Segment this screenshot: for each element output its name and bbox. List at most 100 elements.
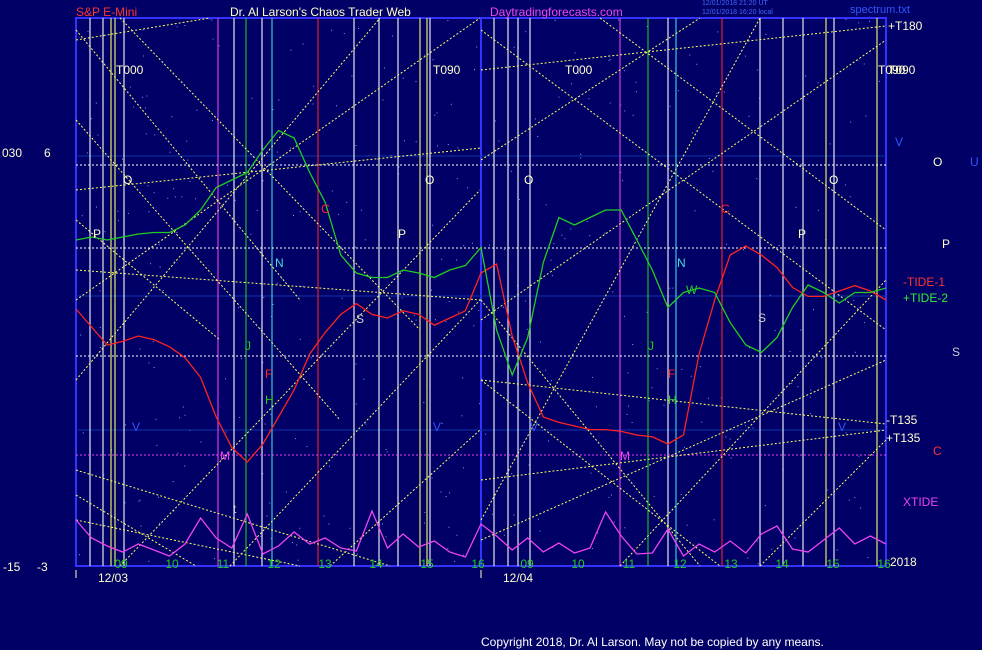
planet-letter: F xyxy=(668,367,675,381)
star-dot xyxy=(172,481,174,483)
star-dot xyxy=(561,234,563,236)
star-dot xyxy=(382,99,384,101)
star-dot xyxy=(125,424,127,426)
timestamp-ut: 12/01/2018 21:20 UT xyxy=(702,0,768,7)
star-dot xyxy=(127,212,129,214)
star-dot xyxy=(445,321,447,323)
star-dot xyxy=(463,467,465,469)
star-dot xyxy=(377,158,379,160)
star-dot xyxy=(355,145,357,146)
star-dot xyxy=(144,107,146,109)
left-axis-label: 6 xyxy=(44,146,51,160)
star-dot xyxy=(691,132,693,134)
star-dot xyxy=(140,525,142,527)
star-dot xyxy=(292,542,293,544)
star-dot xyxy=(431,477,433,479)
star-dot xyxy=(139,348,141,350)
star-dot xyxy=(138,500,140,502)
star-dot xyxy=(550,259,552,261)
star-dot xyxy=(382,523,383,525)
star-dot xyxy=(503,306,505,308)
star-dot xyxy=(764,505,766,507)
star-dot xyxy=(156,444,158,446)
star-dot xyxy=(343,33,345,35)
star-dot xyxy=(238,307,240,309)
star-dot xyxy=(821,357,823,359)
star-dot xyxy=(276,282,278,284)
right-label: -TIDE-1 xyxy=(903,275,945,289)
star-dot xyxy=(510,170,512,172)
star-dot xyxy=(623,315,625,317)
star-dot xyxy=(503,534,505,536)
star-dot xyxy=(104,231,106,233)
right-label: +T135 xyxy=(886,431,921,445)
star-dot xyxy=(360,209,362,211)
star-dot xyxy=(383,67,385,69)
star-dot xyxy=(752,427,754,429)
star-dot xyxy=(272,109,274,111)
planet-letter: P xyxy=(398,227,406,241)
star-dot xyxy=(545,204,547,206)
star-dot xyxy=(260,535,262,537)
star-dot xyxy=(672,287,674,289)
star-dot xyxy=(145,133,147,135)
star-dot xyxy=(320,229,322,231)
star-dot xyxy=(79,554,80,556)
star-dot xyxy=(591,376,593,378)
star-dot xyxy=(299,338,301,340)
star-dot xyxy=(448,301,450,303)
site-link[interactable]: Daytradingforecasts.com xyxy=(490,5,623,19)
star-dot xyxy=(313,85,315,87)
hour-tick: 10 xyxy=(571,557,585,571)
star-dot xyxy=(686,524,688,526)
right-label: O xyxy=(933,155,942,169)
star-dot xyxy=(355,403,357,405)
star-dot xyxy=(690,375,692,377)
star-dot xyxy=(448,526,450,528)
star-dot xyxy=(694,210,696,212)
cycle-label: T000 xyxy=(565,63,593,77)
star-dot xyxy=(431,289,432,291)
star-dot xyxy=(519,199,521,201)
star-dot xyxy=(485,433,487,435)
star-dot xyxy=(401,297,403,299)
star-dot xyxy=(225,431,227,433)
star-dot xyxy=(845,19,847,20)
star-dot xyxy=(554,19,556,21)
star-dot xyxy=(534,118,536,120)
star-dot xyxy=(424,54,426,56)
star-dot xyxy=(263,297,265,299)
planet-letter: V xyxy=(838,420,846,434)
star-dot xyxy=(174,196,176,198)
star-dot xyxy=(285,491,287,493)
star-dot xyxy=(716,92,718,94)
star-dot xyxy=(604,232,606,234)
star-dot xyxy=(218,45,220,47)
star-dot xyxy=(854,497,856,499)
planet-letter: O xyxy=(829,173,838,187)
star-dot xyxy=(669,105,671,107)
star-dot xyxy=(725,436,727,438)
hour-tick: 16 xyxy=(471,557,485,571)
star-dot xyxy=(148,560,150,562)
star-dot xyxy=(328,523,330,525)
star-dot xyxy=(415,81,417,82)
star-dot xyxy=(491,513,493,515)
planet-letter: W xyxy=(686,283,698,297)
star-dot xyxy=(756,540,758,542)
star-dot xyxy=(385,536,387,538)
star-dot xyxy=(713,519,715,521)
planet-letter: H xyxy=(265,393,274,407)
star-dot xyxy=(836,549,838,551)
star-dot xyxy=(551,380,552,382)
hour-tick: 09 xyxy=(520,557,534,571)
star-dot xyxy=(155,418,157,420)
star-dot xyxy=(189,180,191,182)
star-dot xyxy=(302,285,304,287)
star-dot xyxy=(461,415,463,417)
hour-tick: 11 xyxy=(623,557,636,571)
star-dot xyxy=(457,311,459,313)
star-dot xyxy=(595,406,597,408)
star-dot xyxy=(548,440,550,442)
planet-letter: O xyxy=(524,173,533,187)
